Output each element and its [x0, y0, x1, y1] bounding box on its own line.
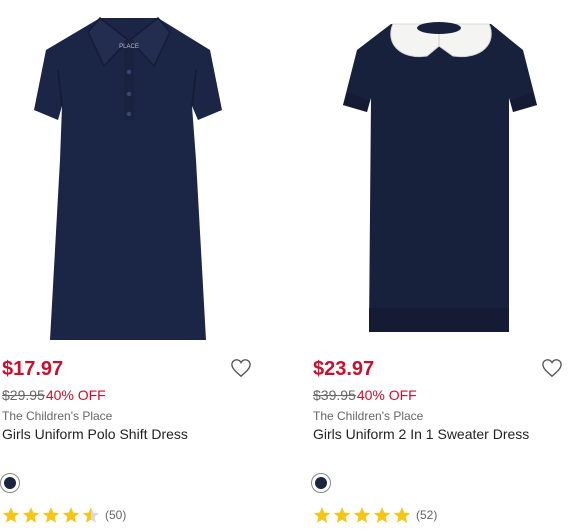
product-image-sweater-dress[interactable]	[311, 10, 581, 348]
swatch-dot	[315, 477, 327, 489]
was-price: $29.95	[2, 387, 45, 403]
collar-label: PLACE	[119, 44, 139, 50]
color-swatch-navy[interactable]	[0, 473, 20, 493]
review-count[interactable]: (50)	[105, 508, 126, 522]
brand-name: The Children's Place	[2, 409, 113, 423]
heart-icon[interactable]	[230, 358, 252, 378]
heart-icon[interactable]	[541, 358, 563, 378]
stars	[313, 506, 411, 524]
sale-price: $17.97	[2, 358, 64, 380]
star-icon	[313, 507, 331, 523]
was-price: $39.95	[313, 387, 356, 403]
sweater-dress-image	[343, 22, 537, 332]
product-image-polo-dress[interactable]: PLACE	[0, 10, 270, 348]
star-icon	[333, 507, 351, 523]
star-rating: (52)	[313, 505, 437, 525]
sale-price: $23.97	[313, 358, 375, 380]
discount-label: 40% OFF	[45, 387, 106, 403]
star-icon	[393, 507, 411, 523]
product-card[interactable]: PLACE $17.97 $29.9540% OFF The Children'…	[0, 0, 270, 531]
star-icon	[353, 507, 371, 523]
polo-dress-image: PLACE	[34, 16, 222, 340]
brand-name: The Children's Place	[313, 409, 424, 423]
color-swatch-navy[interactable]	[311, 473, 331, 493]
price-row: $29.9540% OFF	[2, 387, 106, 403]
price-row: $39.9540% OFF	[313, 387, 417, 403]
swatch-dot	[4, 477, 16, 489]
stars	[2, 506, 100, 524]
discount-label: 40% OFF	[356, 387, 417, 403]
product-name[interactable]: Girls Uniform 2 In 1 Sweater Dress	[313, 426, 529, 442]
star-icon	[62, 507, 80, 523]
star-icon	[42, 507, 60, 523]
star-rating: (50)	[2, 505, 126, 525]
product-name[interactable]: Girls Uniform Polo Shift Dress	[2, 426, 188, 442]
star-icon	[22, 507, 40, 523]
star-icon	[82, 507, 100, 523]
product-card[interactable]: $23.97 $39.9540% OFF The Children's Plac…	[311, 0, 581, 531]
review-count[interactable]: (52)	[416, 508, 437, 522]
star-icon	[373, 507, 391, 523]
star-icon	[2, 507, 20, 523]
